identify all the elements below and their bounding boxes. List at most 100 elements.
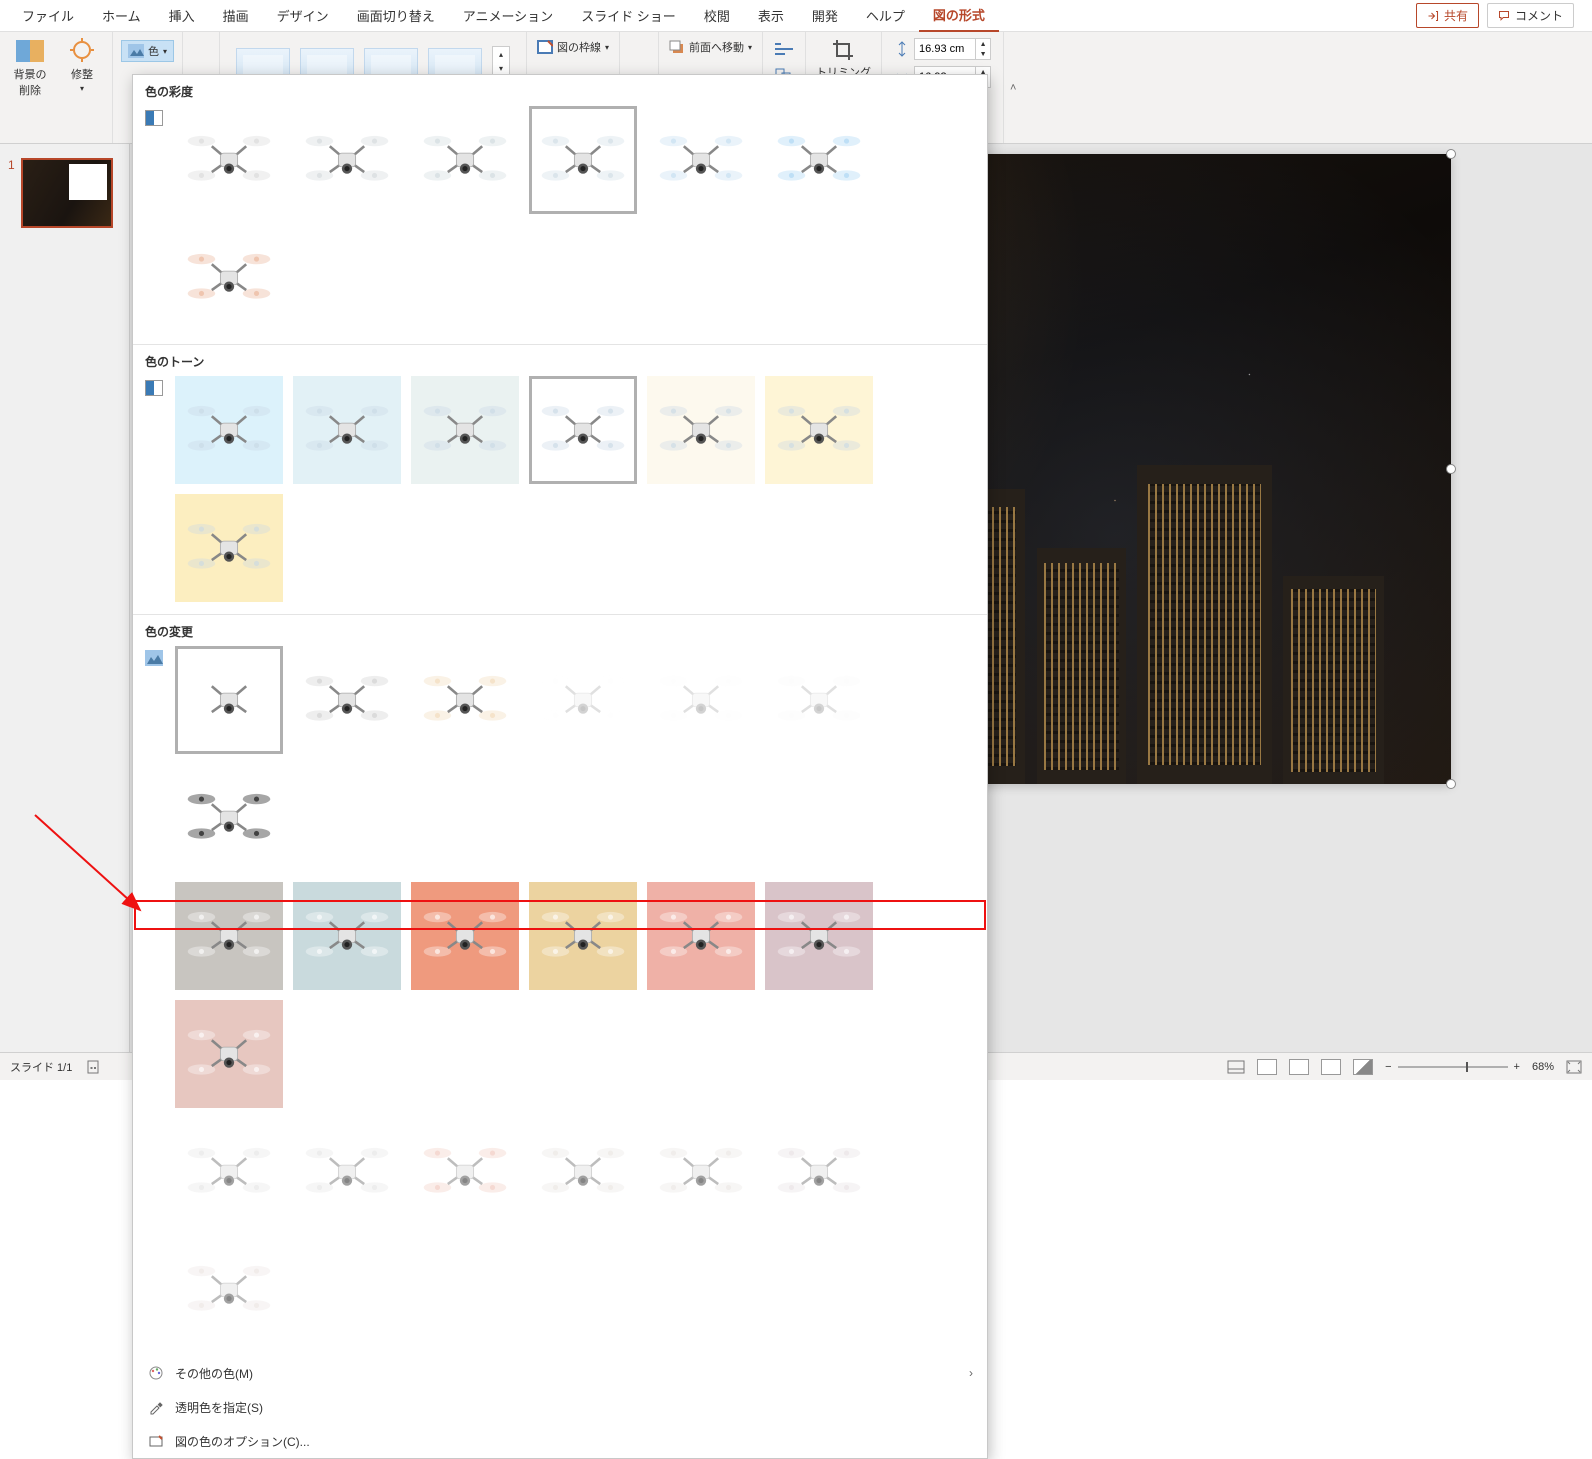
bring-forward-label: 前面へ移動 [689,39,744,55]
color-preset-item[interactable] [647,376,755,484]
sorter-view-button[interactable] [1289,1059,1309,1075]
height-spinner[interactable]: ▲▼ [914,38,991,60]
align-button[interactable] [771,38,797,60]
color-tone-section: 色のトーン [133,345,987,615]
eyedropper-icon [147,1398,165,1416]
bring-forward-button[interactable]: 前面へ移動 ▾ [665,36,756,58]
tab-developer[interactable]: 開発 [798,0,852,31]
color-preset-item[interactable] [529,646,637,754]
color-dropdown-button[interactable]: 色 ▾ [121,40,174,62]
color-preset-item[interactable] [765,106,873,214]
ribbon-tabs: ファイル ホーム 挿入 描画 デザイン 画面切り替え アニメーション スライド … [0,0,1592,32]
ribbon-actions: 共有 コメント [1416,3,1584,28]
tab-draw[interactable]: 描画 [209,0,263,31]
tab-transitions[interactable]: 画面切り替え [343,0,449,31]
color-preset-item[interactable] [411,882,519,990]
color-preset-item[interactable] [175,106,283,214]
set-transparent-color-item[interactable]: 透明色を指定(S) [133,1390,987,1424]
resize-handle-r[interactable] [1446,464,1456,474]
color-preset-item[interactable] [647,1118,755,1226]
color-preset-item[interactable] [411,1118,519,1226]
fit-to-window-button[interactable] [1566,1060,1582,1074]
tab-slideshow[interactable]: スライド ショー [567,0,690,31]
tab-insert[interactable]: 挿入 [155,0,209,31]
tab-picture-format[interactable]: 図の形式 [919,0,999,33]
corrections-icon [68,38,96,64]
slideshow-view-button[interactable] [1353,1059,1373,1075]
zoom-in-button[interactable]: + [1514,1061,1520,1073]
spin-up[interactable]: ▲ [976,39,990,49]
color-preset-item[interactable] [765,376,873,484]
color-preset-item[interactable] [175,764,283,872]
color-preset-item[interactable] [647,646,755,754]
color-preset-item[interactable] [411,106,519,214]
remove-bg-icon [16,38,44,64]
color-preset-item[interactable] [529,882,637,990]
chevron-up-icon: ˄ [1010,82,1016,94]
share-icon [1427,10,1439,22]
color-preset-item[interactable] [411,646,519,754]
color-preset-item[interactable] [529,1118,637,1226]
picture-color-options-item[interactable]: 図の色のオプション(C)... [133,1424,987,1458]
color-preset-item[interactable] [175,224,283,332]
color-preset-item[interactable] [529,106,637,214]
tab-view[interactable]: 表示 [744,0,798,31]
color-preset-item[interactable] [175,1118,283,1226]
more-colors-item[interactable]: その他の色(M) › [133,1356,987,1390]
color-preset-item[interactable] [293,106,401,214]
tab-home[interactable]: ホーム [88,0,155,31]
color-preset-item[interactable] [765,1118,873,1226]
tone-title: 色のトーン [145,353,975,370]
slide-thumb-1[interactable]: 1 [0,158,129,228]
border-label: 図の枠線 [557,39,601,55]
accessibility-icon[interactable] [86,1060,102,1074]
color-preset-item[interactable] [293,1118,401,1226]
align-icon [775,42,793,56]
color-preset-item[interactable] [647,882,755,990]
slide-thumbnail[interactable] [21,158,113,228]
picture-border-button[interactable]: 図の枠線 ▾ [533,36,613,58]
share-button[interactable]: 共有 [1416,3,1479,28]
height-input[interactable] [915,43,975,55]
chevron-down-icon: ▾ [80,84,84,93]
zoom-thumb[interactable] [1466,1062,1468,1072]
notes-button[interactable] [1227,1060,1245,1074]
comment-button[interactable]: コメント [1487,3,1574,28]
color-preset-item[interactable] [765,646,873,754]
color-preset-item[interactable] [293,376,401,484]
zoom-out-button[interactable]: − [1385,1061,1391,1073]
tab-help[interactable]: ヘルプ [852,0,919,31]
corrections-button[interactable]: 修整 ▾ [58,36,106,100]
resize-handle-tr[interactable] [1446,149,1456,159]
color-preset-item[interactable] [175,494,283,602]
color-preset-item[interactable] [175,882,283,990]
color-preset-item[interactable] [765,882,873,990]
remove-background-button[interactable]: 背景の 削除 [6,36,54,100]
tab-review[interactable]: 校閲 [690,0,744,31]
resize-handle-br[interactable] [1446,779,1456,789]
tab-file[interactable]: ファイル [8,0,88,31]
color-preset-item[interactable] [647,106,755,214]
tab-animations[interactable]: アニメーション [449,0,567,31]
height-icon [894,41,910,57]
zoom-slider[interactable]: − + [1385,1061,1520,1073]
color-preset-item[interactable] [293,646,401,754]
tab-design[interactable]: デザイン [263,0,343,31]
color-preset-item[interactable] [175,646,283,754]
color-preset-item[interactable] [175,1236,283,1344]
color-preset-item[interactable] [529,376,637,484]
chevron-down-icon: ▾ [748,43,752,52]
thumbnail-pane[interactable]: 1 [0,144,130,1052]
normal-view-button[interactable] [1257,1059,1277,1075]
color-preset-item[interactable] [293,882,401,990]
color-preset-item[interactable] [175,1000,283,1108]
color-preset-item[interactable] [175,376,283,484]
ribbon-collapse[interactable]: ˄ [1004,32,1022,143]
more-colors-label: その他の色(M) [175,1365,253,1382]
palette-icon [147,1364,165,1382]
recolor-grid-3 [173,1118,975,1344]
reading-view-button[interactable] [1321,1059,1341,1075]
spin-down[interactable]: ▼ [976,49,990,59]
tone-mini-icon [145,380,163,396]
color-preset-item[interactable] [411,376,519,484]
